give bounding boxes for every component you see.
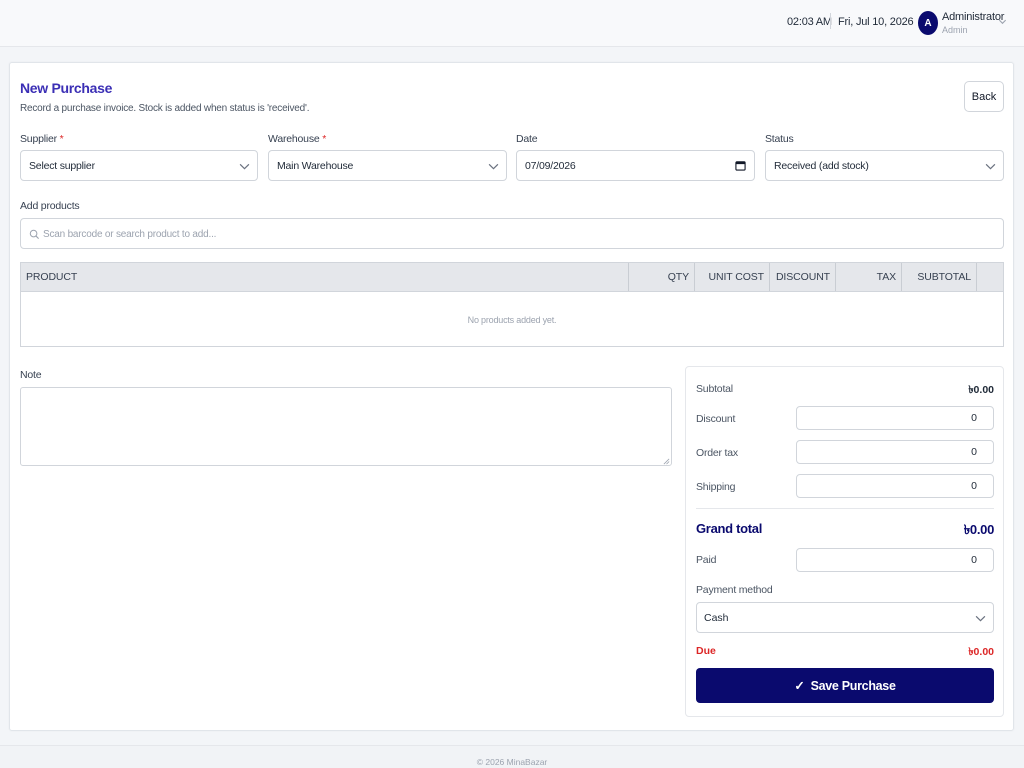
note-textarea[interactable] bbox=[20, 387, 672, 466]
column-header-actions bbox=[976, 263, 1003, 291]
user-menu[interactable]: A Administrator Admin bbox=[918, 10, 1010, 36]
save-purchase-label: Save Purchase bbox=[810, 678, 896, 693]
save-purchase-button[interactable]: ✓ Save Purchase bbox=[696, 668, 994, 703]
column-header-tax: TAX bbox=[835, 263, 901, 291]
subtotal-label: Subtotal bbox=[696, 383, 733, 395]
grand-total-label: Grand total bbox=[696, 521, 763, 536]
page-title: New Purchase bbox=[20, 80, 113, 96]
page-subtitle: Record a purchase invoice. Stock is adde… bbox=[20, 103, 310, 114]
shipping-input[interactable] bbox=[796, 474, 994, 498]
payment-method-select[interactable]: Cash bbox=[696, 602, 994, 633]
column-header-discount: DISCOUNT bbox=[769, 263, 835, 291]
date-input[interactable]: 07/09/2026 bbox=[516, 150, 755, 181]
top-bar: 02:03 AM Fri, Jul 10, 2026 A Administrat… bbox=[0, 0, 1024, 47]
footer-copyright: © 2026 MinaBazar bbox=[476, 757, 548, 767]
column-header-subtotal: SUBTOTAL bbox=[901, 263, 976, 291]
calendar-icon[interactable] bbox=[735, 160, 746, 171]
purchase-form-card: New Purchase Record a purchase invoice. … bbox=[9, 62, 1014, 731]
payment-method-value: Cash bbox=[704, 611, 729, 624]
chevron-down-icon bbox=[239, 163, 250, 170]
search-icon bbox=[29, 229, 40, 240]
required-mark: * bbox=[59, 133, 64, 145]
user-role: Admin bbox=[942, 25, 968, 35]
order-tax-input[interactable] bbox=[796, 440, 994, 464]
supplier-label-text: Supplier bbox=[20, 133, 57, 145]
warehouse-select[interactable]: Main Warehouse bbox=[268, 150, 507, 181]
order-tax-label: Order tax bbox=[696, 447, 738, 459]
grand-total-value: ৳0.00 bbox=[963, 522, 995, 537]
avatar: A bbox=[918, 11, 938, 35]
chevron-down-icon bbox=[975, 615, 986, 622]
shipping-label: Shipping bbox=[696, 481, 736, 493]
summary-panel: Subtotal ৳0.00 Discount Order tax Shippi… bbox=[685, 366, 1004, 717]
divider bbox=[696, 508, 994, 509]
footer: © 2026 MinaBazar bbox=[0, 745, 1024, 768]
discount-input[interactable] bbox=[796, 406, 994, 430]
user-name: Administrator bbox=[942, 11, 1005, 23]
warehouse-label-text: Warehouse bbox=[268, 133, 320, 145]
paid-label: Paid bbox=[696, 554, 717, 566]
divider bbox=[830, 13, 831, 29]
subtotal-value: ৳0.00 bbox=[968, 384, 994, 396]
warehouse-select-value: Main Warehouse bbox=[277, 159, 354, 172]
clock-time: 02:03 AM bbox=[787, 16, 832, 28]
required-mark: * bbox=[322, 133, 327, 145]
column-header-qty: QTY bbox=[628, 263, 694, 291]
status-select[interactable]: Received (add stock) bbox=[765, 150, 1004, 181]
supplier-label: Supplier * bbox=[20, 133, 64, 145]
note-label: Note bbox=[20, 369, 42, 381]
chevron-down-icon bbox=[985, 163, 996, 170]
products-table: PRODUCT QTY UNIT COST DISCOUNT TAX SUBTO… bbox=[20, 262, 1004, 347]
payment-method-label: Payment method bbox=[696, 584, 773, 596]
date-input-value: 07/09/2026 bbox=[525, 159, 576, 172]
chevron-down-icon bbox=[998, 19, 1007, 25]
back-button[interactable]: Back bbox=[964, 81, 1004, 112]
product-search-input[interactable] bbox=[43, 224, 983, 244]
date-label: Date bbox=[516, 133, 538, 145]
column-header-unit-cost: UNIT COST bbox=[694, 263, 769, 291]
supplier-select[interactable]: Select supplier bbox=[20, 150, 258, 181]
due-value: ৳0.00 bbox=[968, 646, 994, 658]
warehouse-label: Warehouse * bbox=[268, 133, 326, 145]
product-search[interactable] bbox=[20, 218, 1004, 249]
chevron-down-icon bbox=[488, 163, 499, 170]
supplier-select-value: Select supplier bbox=[29, 159, 95, 172]
add-products-label: Add products bbox=[20, 200, 80, 212]
resize-handle-icon[interactable] bbox=[663, 458, 670, 465]
current-date: Fri, Jul 10, 2026 bbox=[838, 16, 914, 28]
empty-table-message: No products added yet. bbox=[467, 315, 557, 325]
discount-label: Discount bbox=[696, 413, 736, 425]
due-label: Due bbox=[696, 645, 716, 657]
status-label: Status bbox=[765, 133, 794, 145]
table-header: PRODUCT QTY UNIT COST DISCOUNT TAX SUBTO… bbox=[21, 263, 1003, 292]
check-icon: ✓ bbox=[794, 679, 805, 693]
column-header-product: PRODUCT bbox=[26, 271, 78, 283]
status-select-value: Received (add stock) bbox=[774, 159, 869, 172]
paid-input[interactable] bbox=[796, 548, 994, 572]
